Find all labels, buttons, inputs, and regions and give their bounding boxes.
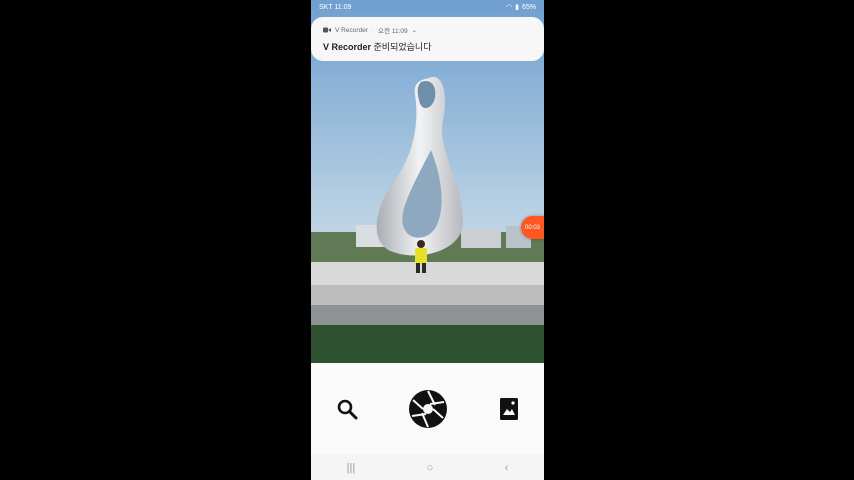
notification-card[interactable]: V Recorder · 오전 11:09 ⌄ V Recorder 준비되었습… bbox=[311, 17, 544, 61]
chevron-down-icon[interactable]: ⌄ bbox=[412, 26, 417, 34]
video-camera-icon bbox=[323, 27, 331, 33]
separator-dot: · bbox=[371, 26, 375, 34]
navigation-bar: ||| ○ ‹ bbox=[311, 455, 544, 480]
notification-message: V Recorder 준비되었습니다 bbox=[323, 40, 532, 53]
status-bar: SKT 11:09 ◠ ▮ 65% bbox=[311, 0, 544, 14]
search-button[interactable] bbox=[336, 398, 358, 420]
shutter-icon bbox=[409, 390, 448, 428]
carrier-time: SKT 11:09 bbox=[319, 3, 352, 11]
notification-message-bold: V Recorder bbox=[323, 42, 372, 52]
recents-button[interactable]: ||| bbox=[347, 462, 356, 474]
camera-toolbar bbox=[311, 363, 544, 455]
wifi-icon: ◠ bbox=[506, 4, 513, 11]
phone-screen: SKT 11:09 ◠ ▮ 65% V Recorder · 오전 11:09 … bbox=[311, 0, 544, 480]
notification-header: V Recorder · 오전 11:09 ⌄ bbox=[323, 25, 532, 35]
notification-message-rest: 준비되었습니다 bbox=[371, 42, 432, 52]
recording-timer-bubble[interactable]: 00:03 bbox=[521, 216, 544, 239]
recording-timer: 00:03 bbox=[524, 224, 540, 231]
notification-app-name: V Recorder bbox=[335, 26, 368, 34]
search-icon bbox=[337, 399, 358, 420]
back-button[interactable]: ‹ bbox=[505, 462, 509, 474]
signal-icon: ▮ bbox=[515, 4, 519, 11]
shutter-button[interactable] bbox=[408, 389, 448, 429]
gallery-button[interactable] bbox=[499, 397, 519, 421]
gallery-icon bbox=[499, 398, 518, 420]
status-icons: ◠ ▮ 65% bbox=[506, 3, 536, 12]
notification-time: 오전 11:09 bbox=[378, 28, 408, 35]
battery-level: 65% bbox=[521, 3, 536, 11]
home-button[interactable]: ○ bbox=[427, 462, 434, 474]
